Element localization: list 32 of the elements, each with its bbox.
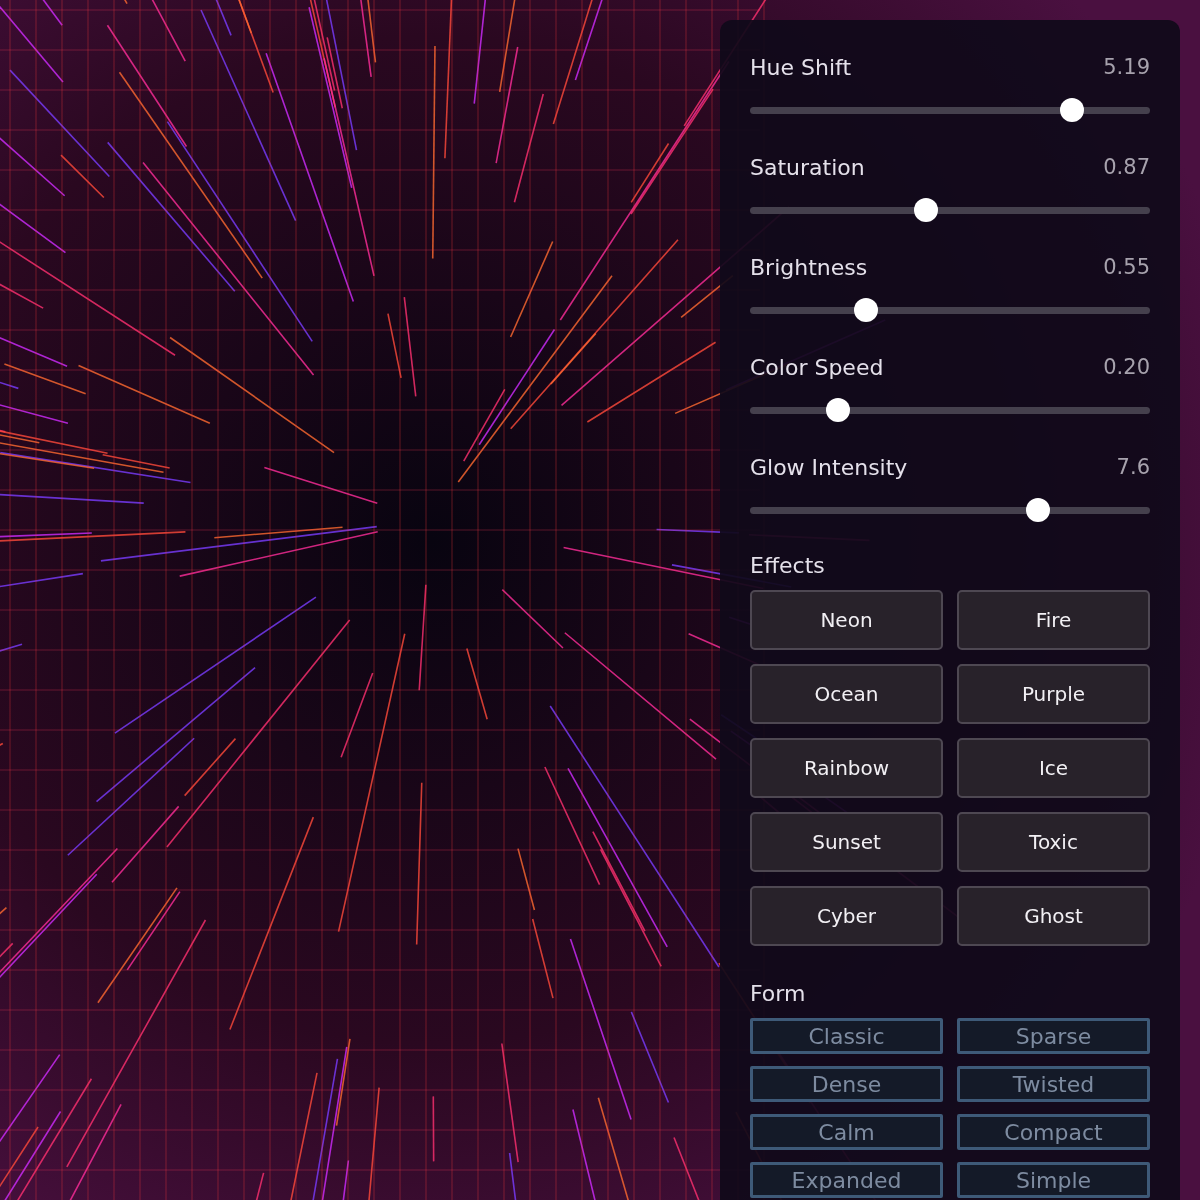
preset-button[interactable]: Toxic (957, 812, 1150, 872)
slider-value: 0.20 (1103, 355, 1150, 379)
preset-button[interactable]: Purple (957, 664, 1150, 724)
slider-label: Color Speed (750, 354, 884, 380)
preset-button[interactable]: Neon (750, 590, 943, 650)
slider-thumb[interactable] (854, 298, 878, 322)
slider-label: Brightness (750, 254, 868, 280)
preset-button[interactable]: Ocean (750, 664, 943, 724)
slider[interactable] (750, 498, 1150, 522)
slider-value: 0.55 (1103, 255, 1150, 279)
preset-button[interactable]: Cyber (750, 886, 943, 946)
slider-value: 7.6 (1116, 455, 1150, 479)
slider[interactable] (750, 298, 1150, 322)
slider-label: Hue Shift (750, 54, 852, 80)
preset-button[interactable]: Fire (957, 590, 1150, 650)
section-heading: Form (750, 979, 807, 1008)
preset-button[interactable]: Sunset (750, 812, 943, 872)
slider[interactable] (750, 198, 1150, 222)
slider-thumb[interactable] (826, 398, 850, 422)
preset-button[interactable]: Ghost (957, 886, 1150, 946)
preset-button[interactable]: Ice (957, 738, 1150, 798)
slider-label: Saturation (750, 154, 865, 180)
preset-button[interactable]: Rainbow (750, 738, 943, 798)
slider[interactable] (750, 398, 1150, 422)
section-heading: Effects (750, 551, 826, 580)
slider-label: Glow Intensity (750, 454, 908, 480)
slider-thumb[interactable] (914, 198, 938, 222)
slider-value: 5.19 (1103, 55, 1150, 79)
slider[interactable] (750, 98, 1150, 122)
slider-value: 0.87 (1103, 155, 1150, 179)
slider-thumb[interactable] (1026, 498, 1050, 522)
slider-thumb[interactable] (1060, 98, 1084, 122)
